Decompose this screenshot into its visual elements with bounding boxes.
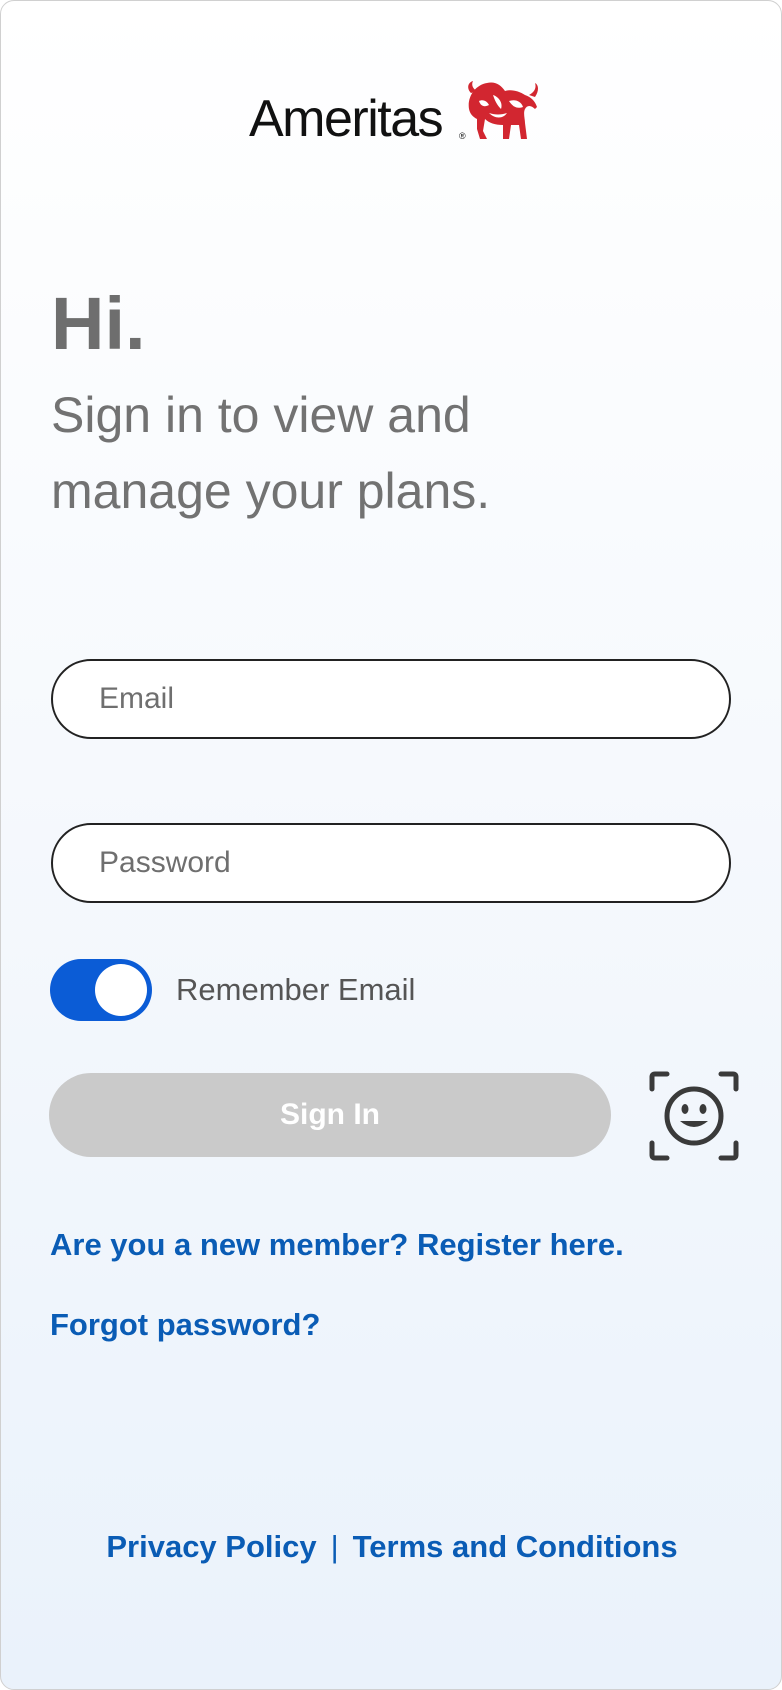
footer-separator: |: [330, 1529, 339, 1564]
face-id-icon[interactable]: [649, 1071, 739, 1161]
password-input[interactable]: [53, 825, 729, 901]
password-field[interactable]: [51, 823, 731, 903]
remember-email-label: Remember Email: [176, 972, 416, 1007]
remember-email-toggle[interactable]: [50, 959, 152, 1021]
logo-wordmark: Ameritas: [249, 90, 444, 148]
privacy-policy-link[interactable]: Privacy Policy: [106, 1529, 316, 1564]
greeting-heading: Hi.: [51, 282, 146, 365]
sign-in-screen: Ameritas ® Hi. Sign in to view and manag…: [0, 0, 782, 1690]
bison-icon: [468, 81, 538, 139]
sign-in-subtitle: Sign in to view and manage your plans.: [51, 387, 491, 519]
terms-link[interactable]: Terms and Conditions: [353, 1529, 678, 1564]
register-link[interactable]: Are you a new member? Register here.: [50, 1225, 624, 1265]
footer-links: Privacy Policy | Terms and Conditions: [1, 1525, 781, 1569]
email-field[interactable]: [51, 659, 731, 739]
toggle-knob: [95, 964, 147, 1016]
sign-in-button[interactable]: Sign In: [49, 1073, 611, 1157]
email-input[interactable]: [53, 661, 729, 737]
forgot-password-link[interactable]: Forgot password?: [50, 1305, 320, 1345]
ameritas-logo: Ameritas ®: [249, 79, 539, 149]
